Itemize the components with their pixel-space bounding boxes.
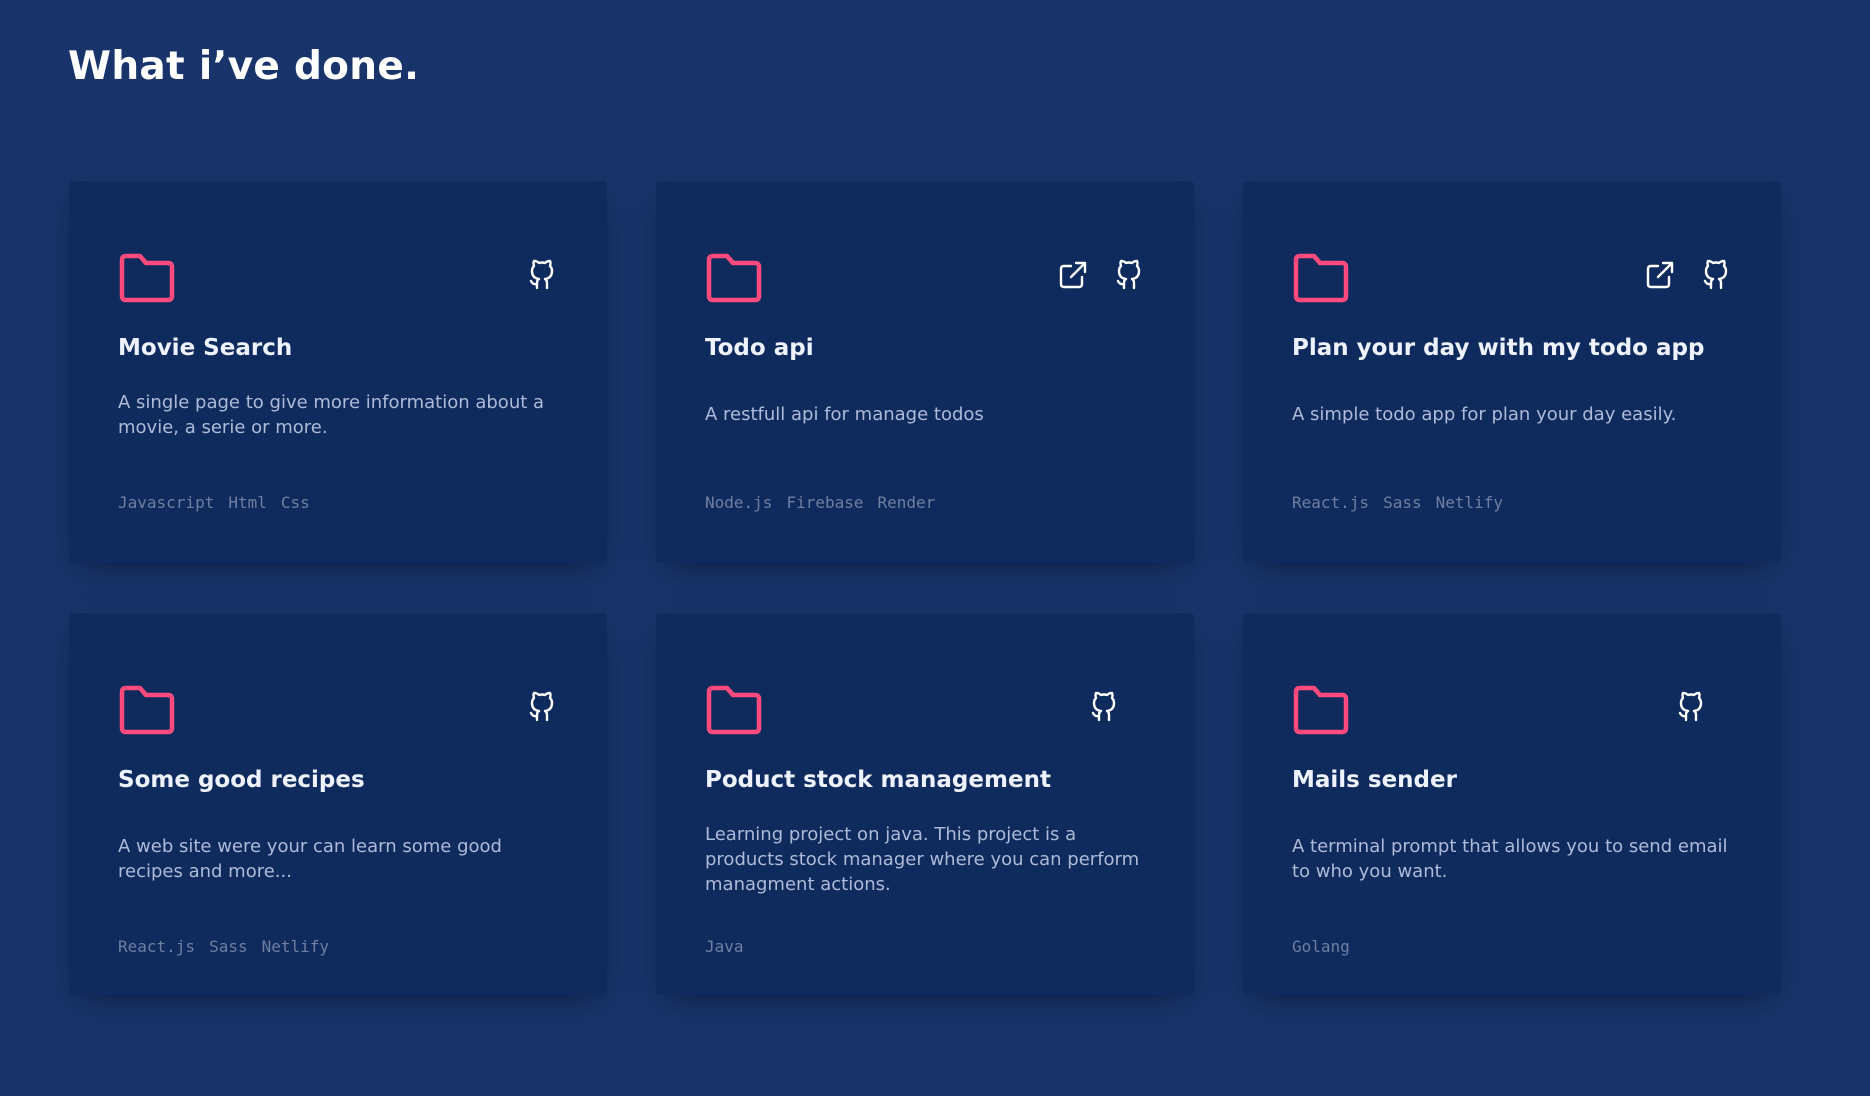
card-header bbox=[1292, 684, 1732, 740]
tech-tag: Html bbox=[228, 493, 267, 512]
external-link-icon[interactable] bbox=[1644, 258, 1676, 292]
project-title: Poduct stock management bbox=[705, 767, 1051, 793]
project-links bbox=[526, 258, 558, 292]
tech-tag: React.js bbox=[118, 937, 196, 956]
project-description: Learning project on java. This project i… bbox=[705, 824, 1140, 895]
tech-tag: Netlify bbox=[261, 937, 330, 956]
tech-tags: React.js Sass Netlify bbox=[1292, 493, 1503, 512]
folder-icon bbox=[119, 253, 175, 303]
card-header bbox=[705, 684, 1145, 740]
project-description: A web site were your can learn some good… bbox=[118, 836, 502, 882]
project-title: Plan your day with my todo app bbox=[1292, 335, 1705, 361]
project-description: A simple todo app for plan your day easi… bbox=[1292, 404, 1677, 425]
tech-tags: Java bbox=[705, 937, 744, 956]
project-description: A restfull api for manage todos bbox=[705, 404, 984, 425]
project-description: A single page to give more information a… bbox=[118, 392, 545, 438]
tech-tags: Javascript Html Css bbox=[118, 493, 310, 512]
project-links bbox=[1675, 690, 1707, 724]
github-icon[interactable] bbox=[1700, 258, 1732, 292]
github-icon[interactable] bbox=[1113, 258, 1145, 292]
external-link-icon[interactable] bbox=[1057, 258, 1089, 292]
projects-page: What i’ve done. Movie Search A single pa… bbox=[0, 0, 1870, 1096]
section-title: What i’ve done. bbox=[68, 44, 420, 89]
project-title: Todo api bbox=[705, 335, 814, 361]
project-card: Movie Search A single page to give more … bbox=[69, 181, 607, 563]
tech-tag: Node.js bbox=[705, 493, 773, 512]
card-header bbox=[118, 252, 558, 308]
project-title: Movie Search bbox=[118, 335, 293, 361]
project-card: Some good recipes A web site were your c… bbox=[69, 613, 607, 995]
project-grid: Movie Search A single page to give more … bbox=[69, 181, 1782, 995]
folder-icon bbox=[706, 253, 762, 303]
tech-tags: Golang bbox=[1292, 937, 1350, 956]
project-title: Mails sender bbox=[1292, 767, 1457, 793]
project-description: A terminal prompt that allows you to sen… bbox=[1292, 836, 1728, 882]
tech-tag: Golang bbox=[1292, 937, 1350, 956]
tech-tags: Node.js Firebase Render bbox=[705, 493, 935, 512]
tech-tag: Sass bbox=[1383, 493, 1422, 512]
folder-icon bbox=[706, 685, 762, 735]
folder-icon bbox=[1293, 685, 1349, 735]
card-header bbox=[1292, 252, 1732, 308]
project-card: Mails sender A terminal prompt that allo… bbox=[1243, 613, 1781, 995]
github-icon[interactable] bbox=[1675, 690, 1707, 724]
tech-tag: Firebase bbox=[786, 493, 864, 512]
project-card: Poduct stock management Learning project… bbox=[656, 613, 1194, 995]
tech-tags: React.js Sass Netlify bbox=[118, 937, 329, 956]
github-icon[interactable] bbox=[1088, 690, 1120, 724]
folder-icon bbox=[119, 685, 175, 735]
tech-tag: Render bbox=[877, 493, 936, 512]
card-header bbox=[705, 252, 1145, 308]
folder-icon bbox=[1293, 253, 1349, 303]
tech-tag: Sass bbox=[209, 937, 248, 956]
card-header bbox=[118, 684, 558, 740]
tech-tag: Java bbox=[705, 937, 744, 956]
project-links bbox=[1088, 690, 1120, 724]
project-links bbox=[526, 690, 558, 724]
tech-tag: React.js bbox=[1292, 493, 1370, 512]
github-icon[interactable] bbox=[526, 690, 558, 724]
project-card: Plan your day with my todo app A simple … bbox=[1243, 181, 1781, 563]
tech-tag: Javascript bbox=[118, 493, 215, 512]
tech-tag: Css bbox=[280, 493, 310, 512]
project-title: Some good recipes bbox=[118, 767, 365, 793]
project-links bbox=[1644, 258, 1732, 292]
github-icon[interactable] bbox=[526, 258, 558, 292]
project-card: Todo api A restfull api for manage todos… bbox=[656, 181, 1194, 563]
project-links bbox=[1057, 258, 1145, 292]
tech-tag: Netlify bbox=[1435, 493, 1504, 512]
